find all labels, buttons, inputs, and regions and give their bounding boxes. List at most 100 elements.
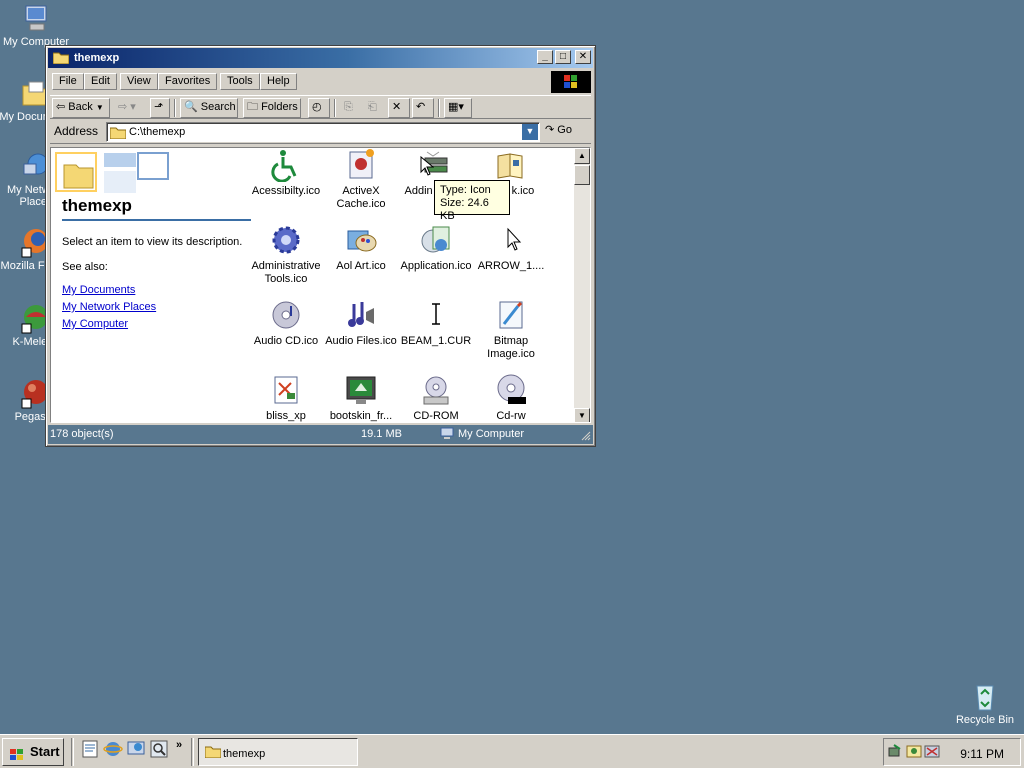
toolbar-separator (334, 99, 336, 117)
file-item-beam-cursor[interactable]: BEAM_1.CUR (398, 298, 474, 348)
history-icon: ◴ (312, 101, 322, 113)
quicklaunch-more-chevron[interactable]: » (176, 739, 182, 751)
title-bar[interactable]: themexp _ □ ✕ (48, 48, 593, 68)
taskbar-separator (71, 738, 74, 766)
folder-icon (52, 51, 70, 65)
webview-divider (62, 219, 251, 221)
taskbar-button-themexp[interactable]: themexp (198, 738, 358, 766)
menu-help[interactable]: Help (260, 73, 297, 90)
file-item-arrow-cursor[interactable]: ARROW_1.... (473, 223, 549, 273)
quicklaunch-network-icon[interactable] (126, 739, 146, 759)
tray-search-icon[interactable] (906, 743, 922, 762)
address-value: C:\themexp (129, 126, 186, 138)
desktop-icon-my-computer[interactable]: My Computer (0, 2, 74, 48)
resize-grip[interactable] (581, 431, 591, 444)
scroll-thumb[interactable] (574, 165, 590, 185)
windows-logo (551, 71, 591, 93)
tray-clock[interactable]: 9:11 PM (960, 747, 1004, 761)
quicklaunch-ie-icon[interactable] (103, 739, 123, 759)
taskbar: Start » themexp 9:11 PM (0, 734, 1024, 768)
up-folder-button[interactable]: ⬏ (150, 98, 170, 118)
file-name: bootskin_fr... (329, 410, 393, 422)
standard-toolbar: ⇦ Back ▼ ⇨ ▾ ⬏ 🔍 Search 🗀 Folders ◴ ⎘ ⎗ (50, 95, 591, 119)
maximize-button[interactable]: □ (555, 50, 571, 64)
file-name: bliss_xp (266, 410, 306, 422)
menu-edit[interactable]: Edit (84, 73, 117, 90)
file-item-application[interactable]: Application.ico (398, 223, 474, 273)
activex-icon (344, 148, 378, 182)
forward-button[interactable]: ⇨ ▾ (114, 98, 148, 118)
copy-to-button[interactable]: ⎗ (364, 98, 386, 118)
windows-logo-icon (9, 745, 25, 760)
file-item-bliss-xp[interactable]: bliss_xp (248, 373, 324, 422)
web-view-pane: themexp Select an item to view its descr… (51, 148, 251, 422)
see-also-label: See also: (62, 261, 108, 273)
status-size: 19.1 MB (361, 428, 402, 440)
file-item-bootskin[interactable]: bootskin_fr... (323, 373, 399, 422)
taskbar-button-label: themexp (223, 748, 266, 760)
search-button[interactable]: 🔍 Search (180, 98, 238, 118)
views-icon: ▦▾ (448, 101, 464, 113)
start-button[interactable]: Start (2, 738, 64, 766)
scroll-down-button[interactable]: ▼ (574, 408, 590, 422)
desktop-icon-label: Recycle Bin (955, 714, 1015, 726)
link-my-computer[interactable]: My Computer (62, 318, 128, 330)
address-label: Address (54, 124, 99, 138)
back-arrow-icon: ⇦ (56, 101, 66, 113)
link-my-documents[interactable]: My Documents (62, 284, 135, 296)
tray-app-icon[interactable] (924, 743, 940, 762)
file-name: ActiveX Cache.ico (336, 185, 386, 210)
search-label: Search (200, 101, 236, 113)
audio-files-icon (344, 298, 378, 332)
views-button[interactable]: ▦▾ (444, 98, 472, 118)
close-button[interactable]: ✕ (575, 50, 591, 64)
scroll-up-button[interactable]: ▲ (574, 148, 590, 164)
minimize-button[interactable]: _ (537, 50, 553, 64)
file-item-cd-rw[interactable]: Cd-rw (473, 373, 549, 422)
vertical-scrollbar[interactable]: ▲ ▼ (574, 148, 590, 422)
menu-bar: File Edit View Favorites Tools Help (50, 71, 550, 91)
bootskin-icon (344, 373, 378, 407)
folders-label: Folders (261, 101, 298, 113)
move-to-button[interactable]: ⎘ (340, 98, 362, 118)
address-book-icon (494, 148, 528, 182)
file-info-tooltip: Type: Icon Size: 24.6 KB (434, 180, 510, 222)
file-item-audio-cd[interactable]: Audio CD.ico (248, 298, 324, 348)
file-name: Audio Files.ico (325, 335, 397, 347)
file-item-aol-art[interactable]: Aol Art.ico (323, 223, 399, 273)
menu-favorites[interactable]: Favorites (158, 73, 218, 90)
chevron-down-icon: ▼ (95, 103, 104, 112)
menu-file[interactable]: File (52, 73, 84, 90)
address-input[interactable]: C:\themexp ▼ (106, 122, 540, 142)
file-item-activex-cache[interactable]: ActiveX Cache.ico (323, 148, 399, 211)
go-button[interactable]: ↷ Go (545, 123, 587, 141)
link-my-network-places[interactable]: My Network Places (62, 301, 156, 313)
undo-button[interactable]: ↶ (412, 98, 434, 118)
folder-icon (109, 126, 127, 142)
history-button[interactable]: ◴ (308, 98, 330, 118)
quicklaunch-notepad-icon[interactable] (80, 739, 100, 759)
file-item-accessibility[interactable]: Acessibilty.ico (248, 148, 324, 198)
menu-tools[interactable]: Tools (220, 73, 260, 90)
desktop-icon-recycle-bin[interactable]: Recycle Bin (947, 680, 1023, 726)
file-name: Bitmap Image.ico (487, 335, 535, 360)
up-folder-icon: ⬏ (154, 101, 164, 113)
file-name: CD-ROM (413, 410, 459, 422)
file-item-cd-rom[interactable]: CD-ROM (398, 373, 474, 422)
tray-network-icon[interactable] (888, 743, 904, 762)
address-dropdown-button[interactable]: ▼ (522, 124, 538, 140)
file-item-bitmap-image[interactable]: Bitmap Image.ico (473, 298, 549, 361)
back-button[interactable]: ⇦ Back ▼ (52, 98, 110, 118)
quicklaunch-search-icon[interactable] (149, 739, 169, 759)
delete-button[interactable]: ✕ (388, 98, 410, 118)
taskbar-separator (191, 738, 194, 766)
back-label: Back (68, 101, 93, 113)
menu-view[interactable]: View (120, 73, 158, 90)
file-name: Aol Art.ico (336, 260, 386, 272)
folders-button[interactable]: 🗀 Folders (243, 98, 301, 118)
file-item-administrative-tools[interactable]: Administrative Tools.ico (248, 223, 324, 286)
arrow-cursor-icon (494, 223, 528, 257)
undo-icon: ↶ (416, 101, 426, 113)
file-item-audio-files[interactable]: Audio Files.ico (323, 298, 399, 348)
file-name: BEAM_1.CUR (400, 335, 472, 347)
